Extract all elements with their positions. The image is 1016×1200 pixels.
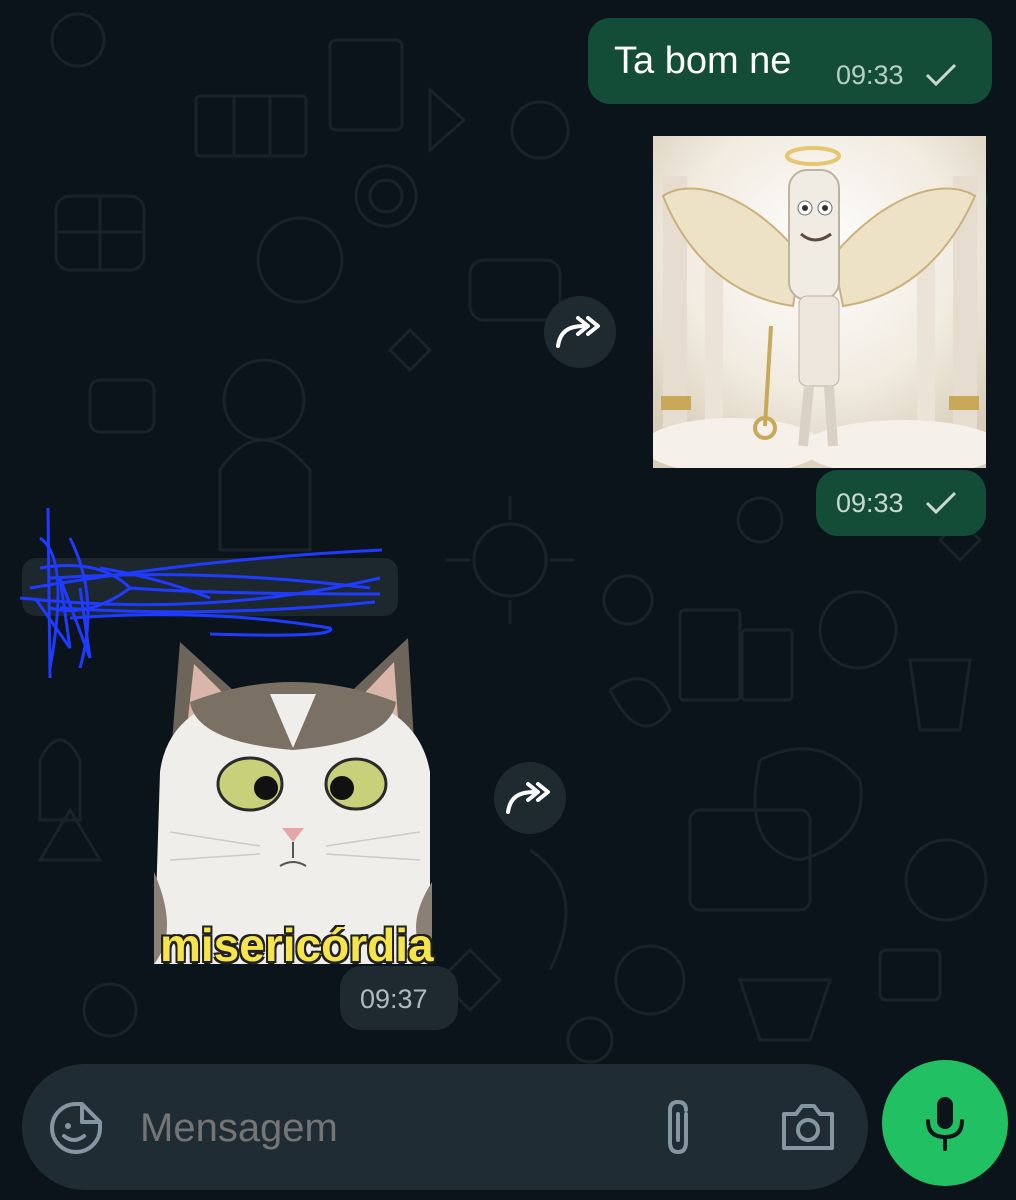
- forward-icon: [556, 316, 600, 348]
- surprised-cat-illustration: [154, 638, 432, 964]
- forward-icon: [506, 782, 550, 814]
- paperclip-icon[interactable]: [658, 1098, 698, 1158]
- forward-button[interactable]: [544, 296, 616, 368]
- camera-icon[interactable]: [778, 1100, 838, 1154]
- sticker-caption: misericórdia: [160, 919, 434, 971]
- single-check-icon: [925, 491, 957, 515]
- angel-character-image[interactable]: [653, 136, 986, 468]
- message-text: Ta bom ne: [614, 40, 792, 82]
- message-time: 09:33: [836, 488, 904, 518]
- angel-character-illustration: [653, 136, 986, 468]
- sticker-smile-icon[interactable]: [46, 1098, 106, 1158]
- single-check-icon: [925, 63, 957, 87]
- forward-button[interactable]: [494, 762, 566, 834]
- message-time: 09:33: [836, 60, 904, 90]
- cat-sticker[interactable]: [150, 632, 436, 964]
- message-input[interactable]: [140, 1104, 620, 1152]
- microphone-button[interactable]: [882, 1060, 1008, 1186]
- message-time: 09:37: [360, 984, 428, 1014]
- microphone-icon: [926, 1097, 964, 1151]
